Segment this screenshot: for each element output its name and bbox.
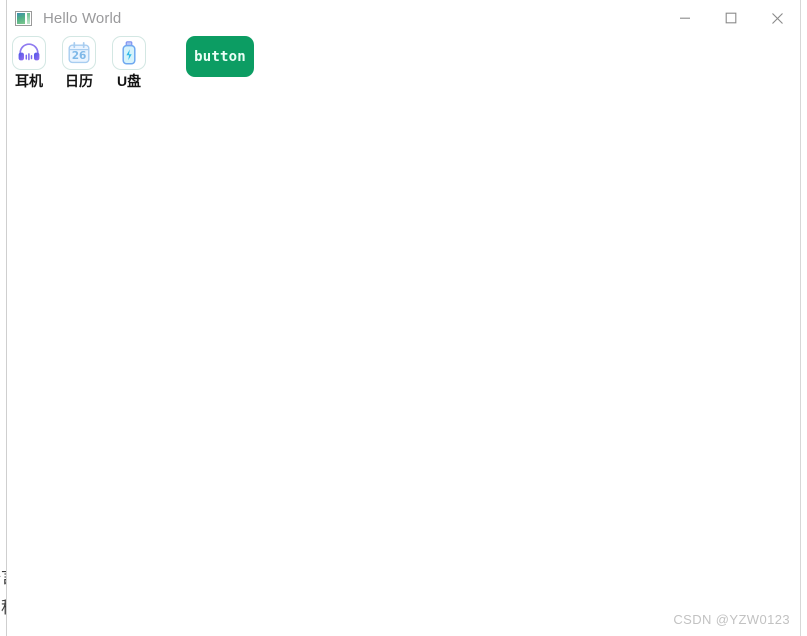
top-green-button[interactable]: button [186, 36, 254, 77]
headphones-icon [16, 40, 42, 66]
window-title: Hello World [43, 9, 122, 27]
toolbar-item-calendar[interactable]: 26 日历 [54, 36, 104, 91]
usb-drive-icon-button[interactable] [112, 36, 146, 70]
toolbar-item-label: 日历 [65, 73, 93, 89]
toolbar-item-usb[interactable]: U盘 [104, 36, 154, 91]
toolbar-item-label: U盘 [116, 73, 142, 89]
minimize-button[interactable] [662, 0, 708, 36]
minimize-icon [679, 12, 691, 24]
title-bar[interactable]: Hello World [7, 0, 800, 36]
application-window: Hello World 耳机 26 日历 U盘 button CSDN @YZW… [6, 0, 801, 636]
headphones-icon-button[interactable] [12, 36, 46, 70]
usb-drive-icon [116, 40, 142, 66]
close-button[interactable] [754, 0, 800, 36]
toolbar: 耳机 26 日历 U盘 [7, 36, 800, 94]
maximize-icon [725, 12, 737, 24]
maximize-button[interactable] [708, 0, 754, 36]
toolbar-item-headphones[interactable]: 耳机 [4, 36, 54, 91]
toolbar-item-label: 耳机 [15, 73, 43, 89]
close-icon [771, 12, 784, 25]
calendar-icon: 26 [66, 40, 92, 66]
watermark: CSDN @YZW0123 [673, 612, 790, 627]
calendar-badge-text: 26 [72, 50, 87, 62]
window-controls [662, 0, 800, 36]
title-bar-left: Hello World [7, 10, 662, 27]
picture-icon [15, 10, 32, 26]
calendar-icon-button[interactable]: 26 [62, 36, 96, 70]
content-area [7, 94, 800, 636]
